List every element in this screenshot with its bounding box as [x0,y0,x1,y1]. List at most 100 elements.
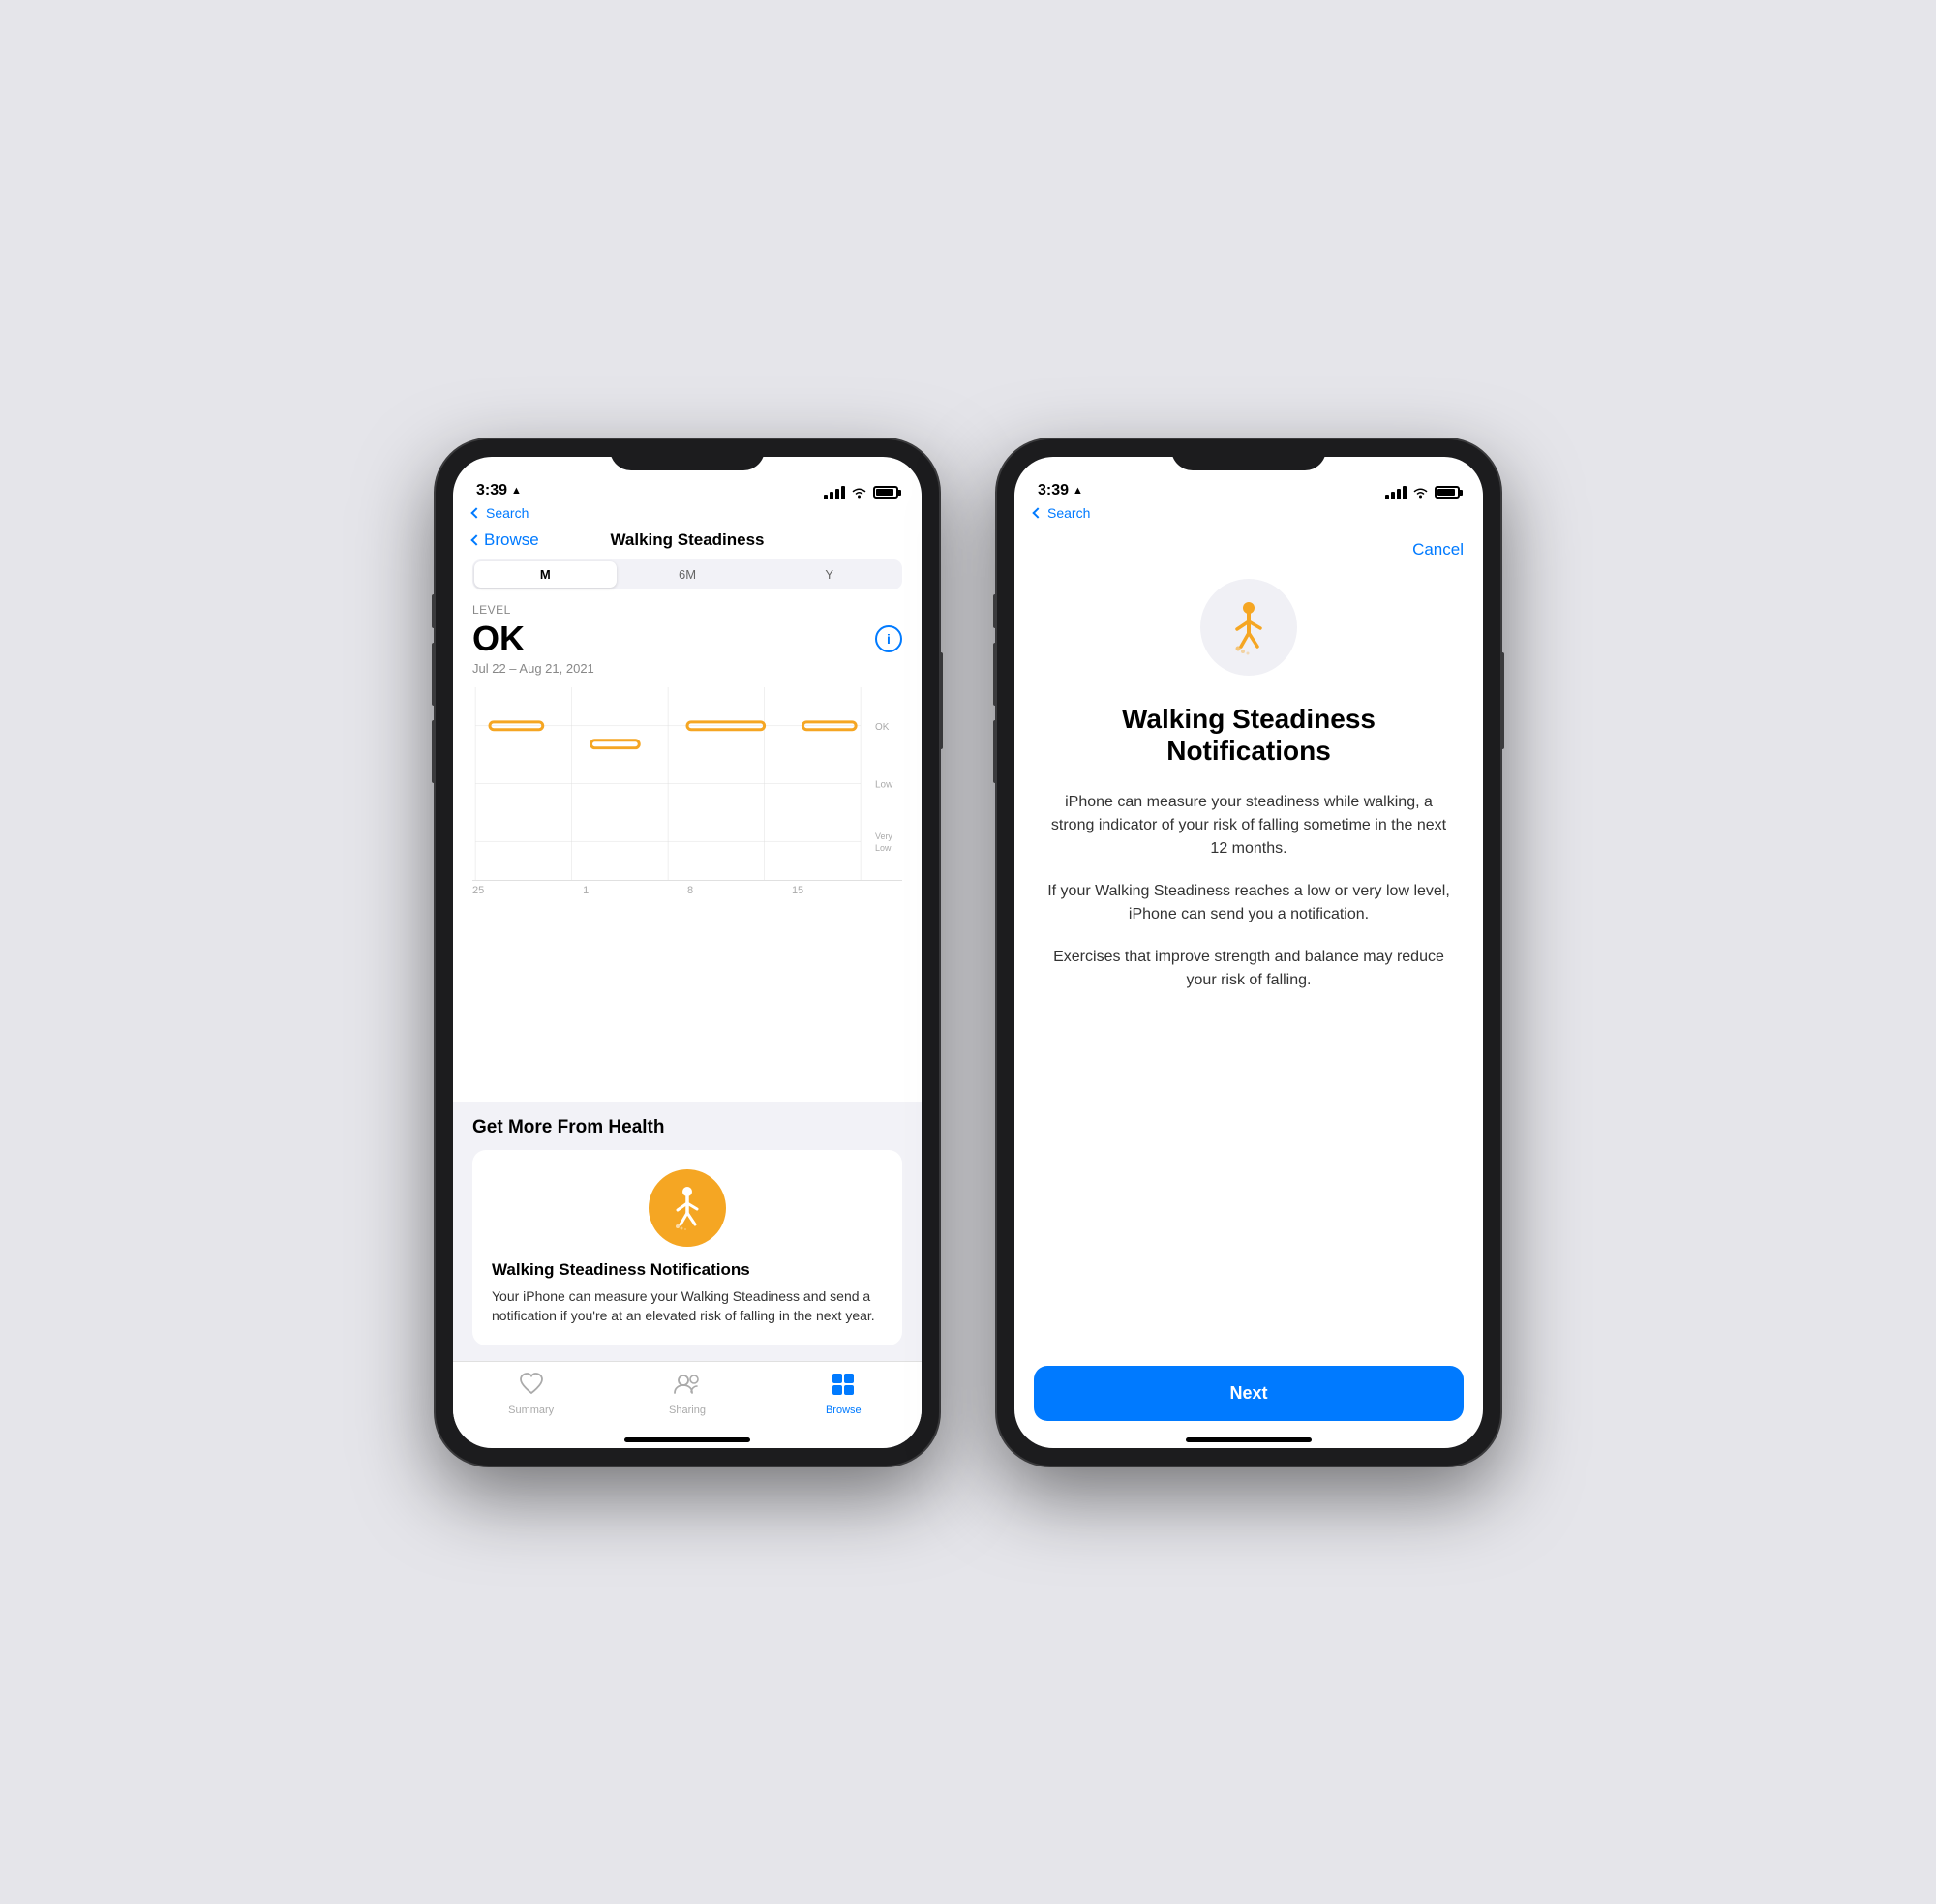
time-display-2: 3:39 [1038,482,1069,499]
period-btn-y[interactable]: Y [758,561,900,588]
search-label: Search [486,505,529,521]
feature-icon-orange [649,1169,726,1247]
walking-figure-icon [663,1184,711,1232]
modal-body: Walking Steadiness Notifications iPhone … [1014,559,1483,1346]
period-selector: M 6M Y [472,559,902,589]
date-range: Jul 22 – Aug 21, 2021 [472,661,902,676]
svg-text:Very: Very [875,831,892,841]
x-label-25: 25 [472,885,484,896]
svg-text:OK: OK [875,721,890,732]
status-time: 3:39 ▲ [476,482,522,499]
feature-card-desc: Your iPhone can measure your Walking Ste… [492,1287,883,1325]
period-btn-6m[interactable]: 6M [617,561,759,588]
level-value-row: OK i [472,619,902,659]
status-icons [824,486,898,499]
battery-icon [873,486,898,499]
next-button[interactable]: Next [1034,1366,1464,1421]
volume-down-button[interactable] [432,720,436,783]
modal-icon-circle [1200,579,1297,676]
back-chevron-icon-2 [1032,507,1043,518]
cancel-button[interactable]: Cancel [1412,540,1464,559]
modal-paragraph-2: If your Walking Steadiness reaches a low… [1044,880,1454,926]
tab-sharing-icon [673,1372,702,1402]
feature-card[interactable]: Walking Steadiness Notifications Your iP… [472,1150,902,1345]
x-label-8: 8 [687,885,693,896]
chart-x-labels: 25 1 8 15 [472,881,902,900]
tab-summary-label: Summary [508,1405,554,1416]
home-indicator-2 [1014,1440,1483,1448]
back-browse-label: Browse [484,530,539,550]
signal-bar-4 [841,486,845,499]
volume-up-button[interactable] [432,643,436,706]
mute-button[interactable] [432,594,436,628]
svg-text:Low: Low [875,779,893,790]
home-indicator [453,1440,922,1448]
modal-paragraph-1: iPhone can measure your steadiness while… [1044,791,1454,861]
signal-bar-2-3 [1397,489,1401,499]
back-chevron-icon [470,507,481,518]
signal-bar-3 [835,489,839,499]
level-label: LEVEL [472,603,902,617]
mute-button-2[interactable] [993,594,997,628]
phone2-screen: 3:39 ▲ [1014,457,1483,1448]
location-icon-2: ▲ [1073,485,1083,497]
home-bar-2 [1186,1437,1312,1442]
status-time-2: 3:39 ▲ [1038,482,1083,499]
notch [610,439,765,470]
time-display: 3:39 [476,482,507,499]
tab-bar: Summary Sharing [453,1361,922,1440]
phone1-screen: 3:39 ▲ [453,457,922,1448]
signal-bars-2 [1385,486,1407,499]
chart-svg: OK Low Very Low [472,687,902,880]
volume-down-button-2[interactable] [993,720,997,783]
phone1-frame: 3:39 ▲ [436,439,939,1466]
battery-icon-2 [1435,486,1460,499]
tab-summary[interactable]: Summary [453,1372,609,1416]
signal-bar-2-1 [1385,495,1389,499]
tab-summary-icon [519,1372,544,1402]
location-icon: ▲ [511,485,522,497]
chart-wrapper: OK Low Very Low [472,687,902,881]
modal-footer: Next [1014,1346,1483,1440]
info-button[interactable]: i [875,625,902,652]
notch-2 [1171,439,1326,470]
nav-bar: Browse Walking Steadiness [453,525,922,559]
get-more-title: Get More From Health [472,1117,902,1138]
level-value: OK [472,619,525,659]
modal-header: Cancel [1014,525,1483,559]
home-bar [624,1437,750,1442]
modal-paragraph-3: Exercises that improve strength and bala… [1044,946,1454,992]
x-label-15: 15 [792,885,803,896]
signal-bar-2-2 [1391,492,1395,499]
power-button[interactable] [939,652,943,749]
chart-section: LEVEL OK i Jul 22 – Aug 21, 2021 [453,603,922,1103]
status-icons-2 [1385,486,1460,499]
tab-browse[interactable]: Browse [766,1372,922,1416]
walking-steadiness-modal-icon [1220,598,1278,656]
feature-card-title: Walking Steadiness Notifications [492,1260,750,1280]
signal-bar-2-4 [1403,486,1407,499]
get-more-section: Get More From Health [453,1102,922,1360]
tab-browse-icon [831,1372,856,1402]
signal-bar-2 [830,492,833,499]
signal-bar-1 [824,495,828,499]
search-label-2: Search [1047,505,1090,521]
wifi-icon [851,487,867,499]
svg-text:Low: Low [875,843,892,853]
period-btn-m[interactable]: M [474,561,617,588]
x-label-1: 1 [583,885,589,896]
battery-fill-2 [1437,489,1455,496]
battery-fill [876,489,893,496]
power-button-2[interactable] [1500,652,1504,749]
tab-sharing[interactable]: Sharing [609,1372,765,1416]
modal-title: Walking Steadiness Notifications [1044,703,1454,768]
search-back-link-2[interactable]: Search [1014,505,1483,525]
phone2-frame: 3:39 ▲ [997,439,1500,1466]
page-title: Walking Steadiness [610,530,764,550]
back-browse-chevron-icon [470,534,481,545]
wifi-icon-2 [1412,487,1429,499]
search-back-link[interactable]: Search [453,505,922,525]
volume-up-button-2[interactable] [993,643,997,706]
back-button[interactable]: Browse [472,530,539,550]
tab-browse-label: Browse [826,1405,862,1416]
